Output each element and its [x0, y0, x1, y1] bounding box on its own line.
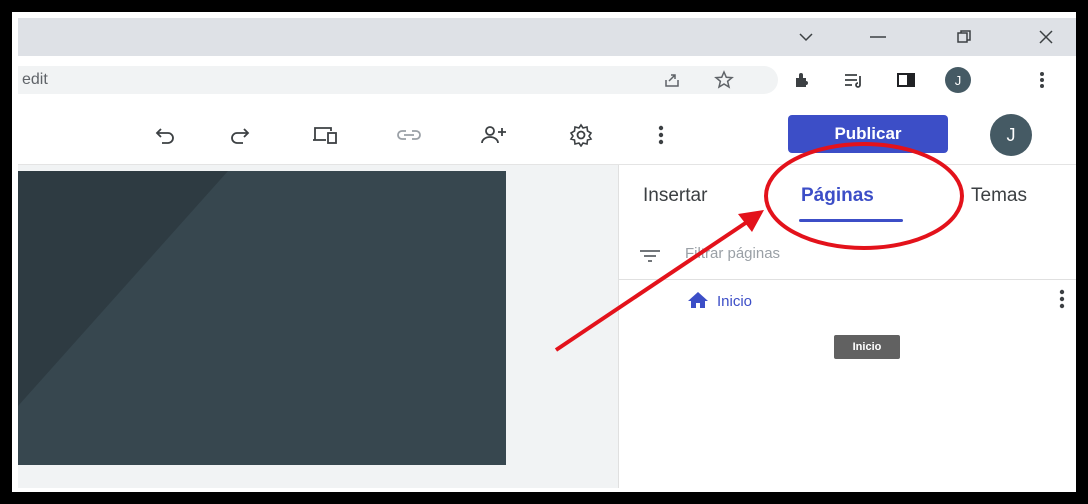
browser-address-bar: edit J — [18, 56, 1076, 105]
browser-window: edit J Publicar J Insertar Páginas Temas… — [18, 18, 1076, 488]
share-person-icon[interactable] — [476, 118, 510, 152]
star-icon[interactable] — [710, 66, 738, 94]
side-panel-icon[interactable] — [892, 66, 920, 94]
link-icon[interactable] — [392, 118, 426, 152]
restore-icon[interactable] — [944, 22, 984, 52]
publish-button[interactable]: Publicar — [788, 115, 948, 153]
settings-icon[interactable] — [564, 118, 598, 152]
tab-temas[interactable]: Temas — [971, 185, 1027, 207]
editor-canvas — [18, 165, 618, 488]
preview-icon[interactable] — [308, 118, 342, 152]
active-tab-indicator — [799, 219, 903, 222]
tab-insertar[interactable]: Insertar — [643, 185, 707, 207]
page-options-icon[interactable] — [1059, 289, 1065, 314]
chevron-down-icon[interactable] — [786, 22, 826, 52]
screenshot-frame: edit J Publicar J Insertar Páginas Temas… — [12, 12, 1076, 492]
minimize-icon[interactable] — [858, 22, 898, 52]
tooltip: Inicio — [834, 335, 900, 359]
menu-dots-icon[interactable] — [1028, 66, 1056, 94]
home-icon — [687, 291, 709, 314]
profile-initial: J — [945, 67, 971, 93]
account-avatar[interactable]: J — [990, 114, 1032, 156]
redo-icon[interactable] — [223, 118, 257, 152]
filter-pages-input[interactable]: Filtrar páginas — [685, 245, 780, 262]
page-item-inicio[interactable]: Inicio — [619, 279, 1076, 323]
undo-icon[interactable] — [148, 118, 182, 152]
profile-avatar[interactable]: J — [944, 66, 972, 94]
share-icon[interactable] — [658, 66, 686, 94]
extensions-icon[interactable] — [788, 66, 816, 94]
close-icon[interactable] — [1026, 22, 1066, 52]
browser-title-bar — [18, 18, 1076, 56]
more-icon[interactable] — [644, 118, 678, 152]
page-label: Inicio — [717, 293, 753, 310]
filter-row: Filtrar páginas — [619, 233, 1076, 280]
sites-toolbar: Publicar J — [18, 104, 1076, 165]
tab-paginas[interactable]: Páginas — [801, 185, 874, 207]
reading-list-icon[interactable] — [840, 66, 868, 94]
banner-diagonal-shape — [18, 171, 228, 406]
header-banner-image[interactable] — [18, 171, 506, 465]
right-side-panel: Insertar Páginas Temas Filtrar páginas I… — [618, 165, 1076, 488]
filter-icon[interactable] — [639, 249, 661, 268]
url-text: edit — [22, 71, 48, 88]
